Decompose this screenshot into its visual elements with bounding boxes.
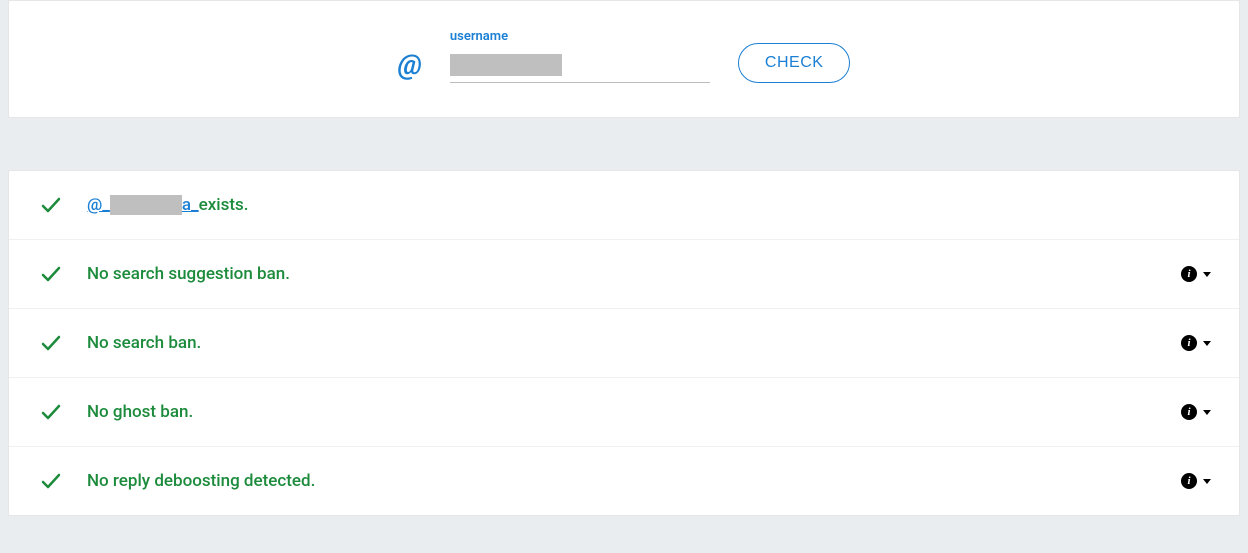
exists-tail: exists. [199,195,249,215]
username-suffix: a_ [182,195,199,215]
username-input[interactable] [450,54,710,83]
result-row-search-ban: No search ban. i [9,309,1239,378]
username-prefix: @_ [87,195,110,215]
check-icon [39,469,63,493]
result-text: No reply deboosting detected. [87,471,1181,491]
result-text: No search ban. [87,333,1181,353]
username-input-wrap: username [450,29,710,83]
username-masked [110,195,182,215]
result-text: No ghost ban. [87,402,1181,422]
info-toggle[interactable]: i [1181,335,1211,351]
result-text: @_ a_ exists. [87,195,1211,215]
result-row-reply-deboost: No reply deboosting detected. i [9,447,1239,515]
username-link[interactable]: @_ a_ [87,195,199,215]
results-card: @_ a_ exists. No search suggestion ban. i… [8,170,1240,516]
info-icon: i [1181,404,1197,420]
username-masked-value [450,54,562,76]
info-icon: i [1181,473,1197,489]
search-card: @ username CHECK [8,0,1240,118]
check-icon [39,262,63,286]
check-icon [39,331,63,355]
chevron-down-icon [1203,341,1211,346]
info-toggle[interactable]: i [1181,473,1211,489]
check-icon [39,400,63,424]
info-icon: i [1181,335,1197,351]
chevron-down-icon [1203,272,1211,277]
at-symbol: @ [398,51,422,83]
info-icon: i [1181,266,1197,282]
check-button[interactable]: CHECK [738,43,851,83]
chevron-down-icon [1203,479,1211,484]
info-toggle[interactable]: i [1181,266,1211,282]
username-label: username [450,29,710,44]
result-text: No search suggestion ban. [87,264,1181,284]
result-row-exists: @_ a_ exists. [9,171,1239,240]
result-row-search-suggestion: No search suggestion ban. i [9,240,1239,309]
result-row-ghost-ban: No ghost ban. i [9,378,1239,447]
check-icon [39,193,63,217]
chevron-down-icon [1203,410,1211,415]
info-toggle[interactable]: i [1181,404,1211,420]
